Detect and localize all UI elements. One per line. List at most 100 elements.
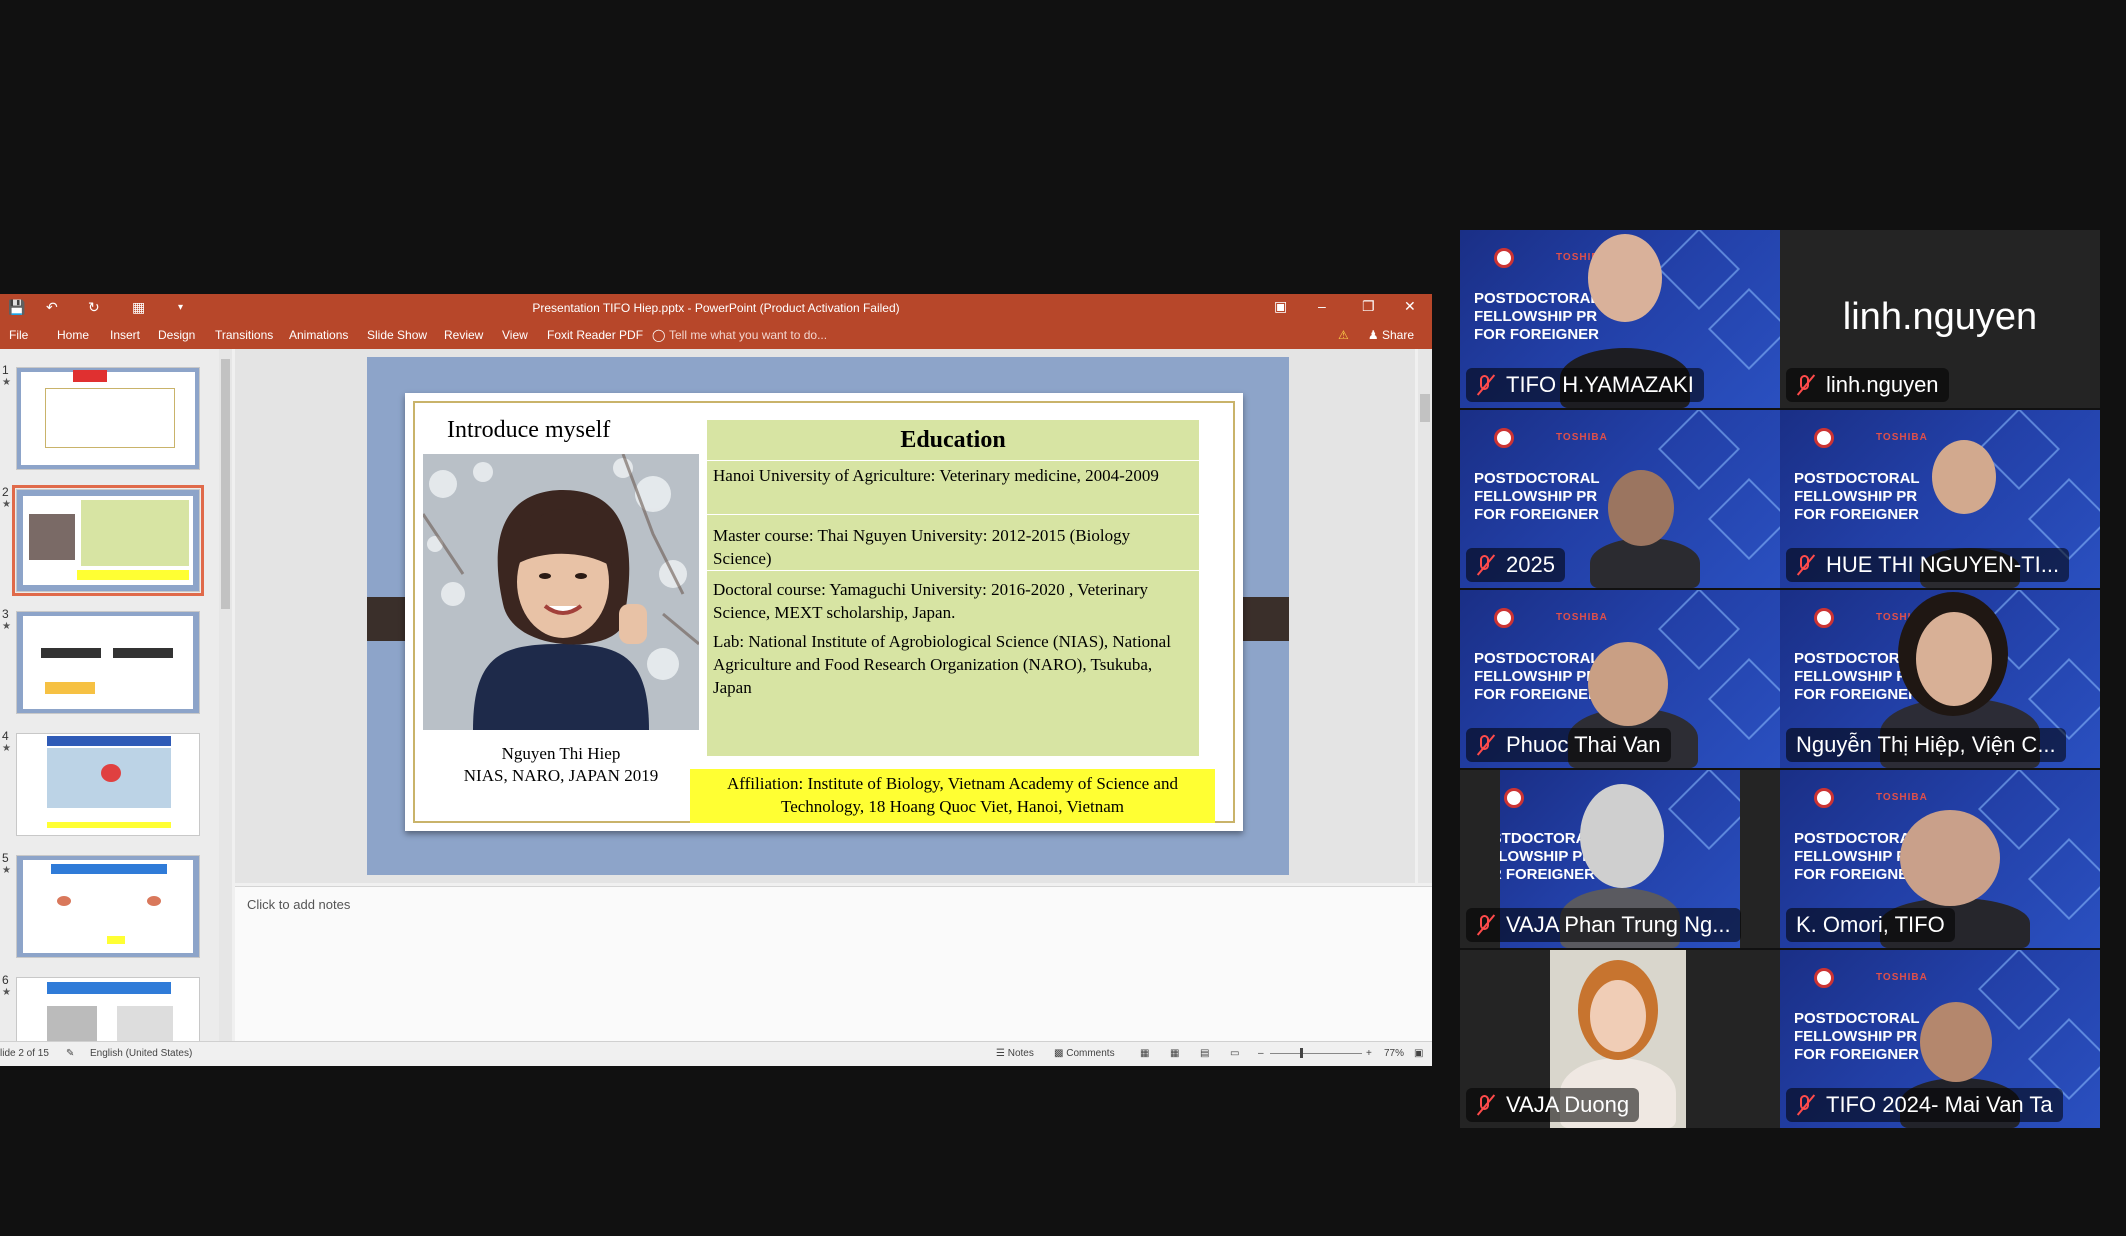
participant-tile-active-speaker[interactable]: TOSHIBA POSTDOCTORAL FELLOWSHIP PR FOR FOR… [1780,590,2100,768]
presenter-photo[interactable] [423,454,699,730]
notes-label: Notes [1007,1048,1034,1059]
mic-muted-icon[interactable] [1472,552,1498,578]
name-label: Phuoc Thai Van [1466,728,1671,762]
participant-head [1588,234,1662,322]
tab-slide-show[interactable]: Slide Show [367,328,427,342]
spellcheck-icon[interactable]: ✎ [66,1048,74,1059]
tab-home[interactable]: Home [57,328,89,342]
tab-view[interactable]: View [502,328,528,342]
ribbon-tabs: File Home Insert Design Transitions Anim… [0,323,1432,349]
mic-muted-icon[interactable] [1792,372,1818,398]
ribbon-display-icon[interactable]: ▣ [1274,298,1287,315]
zoom-level[interactable]: 77% [1384,1048,1404,1059]
caption-name: Nguyen Thi Hiep [501,744,621,763]
zoom-out-icon[interactable]: – [1258,1048,1264,1059]
scroll-thumb[interactable] [221,359,230,609]
participant-head [1588,642,1668,726]
tab-file[interactable]: File [9,328,28,342]
fit-slide-icon[interactable]: ▣ [1414,1048,1423,1059]
participant-head [1580,784,1664,888]
notes-pane[interactable]: Click to add notes [235,886,1432,1042]
person-icon: ♟ [1367,328,1379,342]
slide-sorter-icon[interactable]: ▦ [1170,1048,1179,1059]
reading-view-icon[interactable]: ▤ [1200,1048,1209,1059]
tab-review[interactable]: Review [444,328,483,342]
participant-tile[interactable]: TOSHIBA POSTDOCTORAL FELLOWSHIP PR FOR FOR… [1780,410,2100,588]
participant-tile[interactable]: VAJA Duong [1460,950,1780,1128]
restore-icon[interactable]: ❐ [1362,298,1375,315]
share-label: Share [1381,328,1414,342]
animation-star-icon: ★ [2,743,11,754]
slide-editing-area[interactable]: Introduce myself Nguyen Thi Hiep NIAS, N… [235,349,1415,883]
participant-tile[interactable]: POSTDOCTORALFELLOWSHIP PRFOR FOREIGNER V… [1460,770,1780,948]
tab-design[interactable]: Design [158,328,195,342]
share-button[interactable]: ♟ Share [1368,328,1414,342]
education-table[interactable]: Education Hanoi University of Agricultur… [707,420,1199,756]
participant-tile[interactable]: linh.nguyen linh.nguyen [1780,230,2100,408]
minimize-icon[interactable]: – [1318,298,1326,314]
name-label: Nguyễn Thị Hiệp, Viện C... [1786,728,2066,762]
name-label: TIFO H.YAMAZAKI [1466,368,1704,402]
mic-muted-icon[interactable] [1472,912,1498,938]
tell-me-box[interactable]: Tell me what you want to do... [669,328,827,342]
name-label: K. Omori, TIFO [1786,908,1955,942]
mic-muted-icon[interactable] [1472,372,1498,398]
row-divider [707,514,1199,515]
portrait-image [423,454,699,730]
tab-insert[interactable]: Insert [110,328,140,342]
zoom-slider[interactable] [1270,1053,1362,1054]
thumb-number: 2 [2,485,9,499]
window-title: Presentation TIFO Hiep.pptx - PowerPoint… [532,301,900,315]
participant-tile[interactable]: TOSHIBA POSTDOCTORAL FELLOWSHIP PR FOR FOR… [1780,950,2100,1128]
mic-muted-icon[interactable] [1792,552,1818,578]
participant-head [1920,1002,1992,1082]
comments-label: Comments [1066,1048,1115,1059]
normal-view-icon[interactable]: ▦ [1140,1048,1149,1059]
slide-thumbnail-3[interactable] [16,611,200,714]
thumbnail-scrollbar[interactable] [219,349,232,1041]
lightbulb-icon: ◯ [652,328,666,342]
language-label[interactable]: English (United States) [90,1048,192,1059]
participant-tile[interactable]: TOSHIBA POSTDOCTORAL FELLOWSHIP PR FOR FOR… [1460,410,1780,588]
zoom-slider-thumb[interactable] [1300,1048,1303,1058]
education-item: Doctoral course: Yamaguchi University: 2… [713,580,1148,622]
participant-head [1932,440,1996,514]
participant-tile[interactable]: TOSHIBA POSTDOCTORAL FELLOWSHIP PR FOR FOR… [1460,590,1780,768]
animation-star-icon: ★ [2,621,11,632]
slide-scrollbar[interactable] [1418,349,1432,883]
name-label: HUE THI NGUYEN-TI... [1786,548,2070,582]
comments-toggle[interactable]: ▩ Comments [1054,1048,1115,1059]
tab-transitions[interactable]: Transitions [215,328,273,342]
slide-thumbnail-4[interactable] [16,733,200,836]
participant-head [1900,810,2000,906]
photo-caption[interactable]: Nguyen Thi Hiep NIAS, NARO, JAPAN 2019 [423,743,699,787]
tab-animations[interactable]: Animations [289,328,348,342]
slide-thumbnail-6[interactable] [16,977,200,1041]
animation-star-icon: ★ [2,377,11,388]
participant-tile[interactable]: TOSHIBA POSTDOCTORAL FELLOWSHIP PR FOR FOR… [1780,770,2100,948]
mic-muted-icon[interactable] [1472,732,1498,758]
slide-thumbnail-1[interactable] [16,367,200,470]
close-icon[interactable]: ✕ [1404,298,1416,315]
scroll-thumb[interactable] [1420,394,1430,422]
slide-thumbnails-pane[interactable]: 1 ★ 2 ★ 3 ★ 4 ★ 5 ★ 6 ★ [0,349,232,1041]
slideshow-view-icon[interactable]: ▭ [1230,1048,1239,1059]
status-bar: lide 2 of 15 ✎ English (United States) ☰… [0,1041,1432,1066]
education-item: Hanoi University of Agriculture: Veterin… [713,466,1159,485]
intro-heading[interactable]: Introduce myself [447,417,610,444]
mic-muted-icon[interactable] [1472,1092,1498,1118]
slide-thumbnail-2[interactable] [12,485,204,596]
animation-star-icon: ★ [2,987,11,998]
tab-foxit[interactable]: Foxit Reader PDF [547,328,643,342]
warning-icon[interactable]: ⚠ [1338,328,1349,342]
mic-muted-icon[interactable] [1792,1092,1818,1118]
display-name-large: linh.nguyen [1842,296,2038,338]
zoom-in-icon[interactable]: + [1366,1048,1372,1059]
affiliation-banner[interactable]: Affiliation: Institute of Biology, Vietn… [690,769,1215,823]
slide-thumbnail-5[interactable] [16,855,200,958]
notes-toggle[interactable]: ☰ Notes [996,1048,1034,1059]
slide-canvas[interactable]: Introduce myself Nguyen Thi Hiep NIAS, N… [405,393,1243,831]
participant-tile[interactable]: TOSHIBA POSTDOCTORAL FELLOWSHIP PR FOR FOR… [1460,230,1780,408]
name-label: TIFO 2024- Mai Van Ta [1786,1088,2063,1122]
education-item: Master course: Thai Nguyen University: 2… [713,526,1131,568]
